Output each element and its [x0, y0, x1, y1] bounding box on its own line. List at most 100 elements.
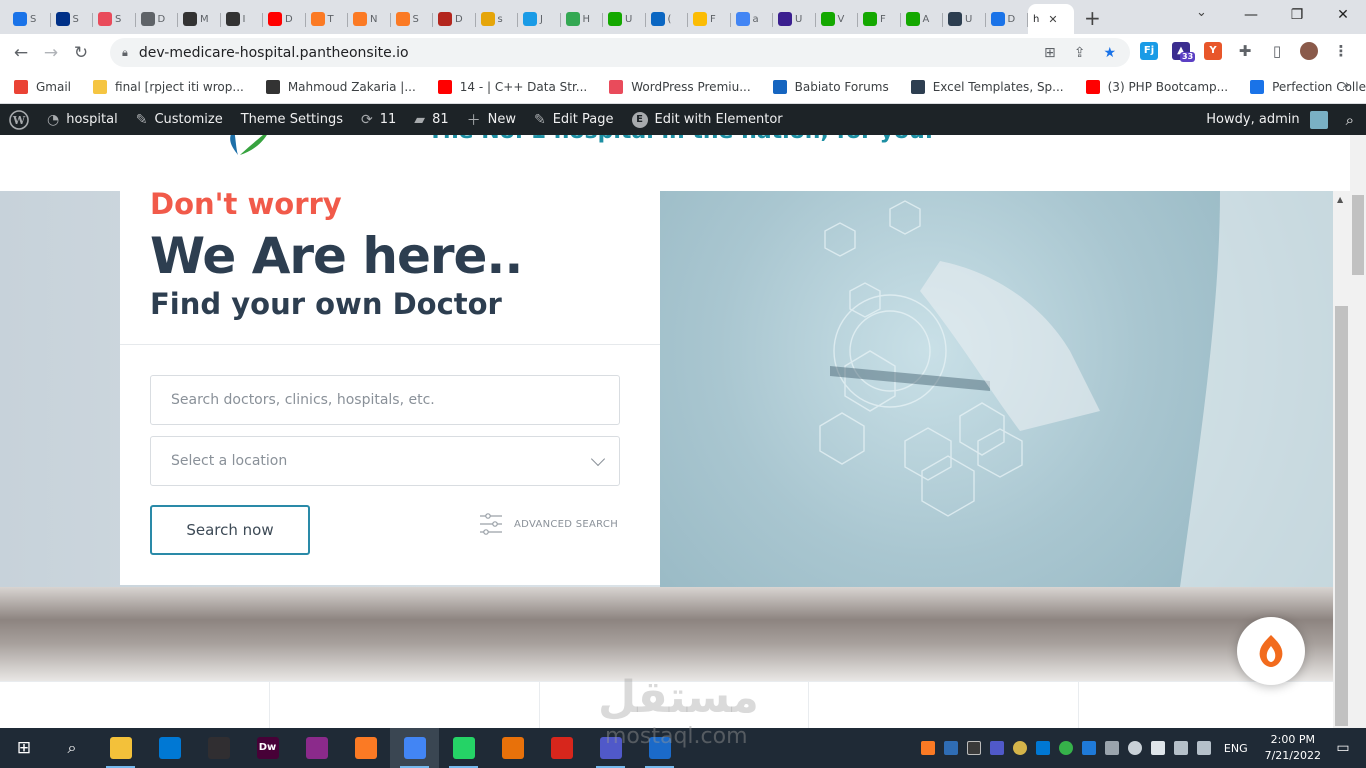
browser-tab[interactable]: S — [8, 4, 51, 34]
puzzle-extensions-icon[interactable]: ✚ — [1236, 42, 1254, 60]
teams-tray-icon[interactable] — [989, 741, 1004, 755]
ya-extension-icon[interactable]: Y — [1204, 42, 1222, 60]
floating-action-button[interactable] — [1237, 617, 1305, 685]
location-select[interactable]: Select a location — [150, 436, 620, 486]
browser-tab[interactable]: A — [901, 4, 944, 34]
browser-tab[interactable]: D — [263, 4, 306, 34]
share-icon[interactable]: ⇪ — [1074, 45, 1086, 61]
back-arrow-icon[interactable]: ← — [6, 43, 36, 63]
notifications-icon[interactable]: ▭ — [1330, 740, 1356, 756]
browser-tab[interactable]: U — [773, 4, 816, 34]
bookmark-star-icon[interactable]: ★ — [1103, 45, 1116, 61]
wp-edit-page[interactable]: ✎ Edit Page — [525, 104, 623, 135]
bookmark-item[interactable]: final [rpject iti wrop... — [93, 80, 244, 94]
scroll-up-arrow-icon[interactable]: ▲ — [1337, 195, 1343, 204]
bookmark-item[interactable]: WordPress Premiu... — [609, 80, 751, 94]
inner-scroll-thumb[interactable] — [1335, 306, 1348, 726]
browser-tab[interactable]: F — [688, 4, 731, 34]
kebab-menu-icon[interactable]: ⋮ — [1332, 42, 1350, 60]
browser-tab-active[interactable]: h ✕ — [1028, 4, 1074, 34]
xampp-tray-icon[interactable] — [920, 741, 935, 755]
browser-tab[interactable]: S — [51, 4, 94, 34]
network-globe-icon[interactable] — [1058, 741, 1073, 755]
wp-new-content[interactable]: ＋ New — [458, 104, 525, 135]
advanced-search-link[interactable]: ADVANCED SEARCH — [480, 513, 618, 535]
wordpress-logo-icon[interactable]: W — [9, 109, 29, 130]
doctor-search-input[interactable]: Search doctors, clinics, hospitals, etc. — [150, 375, 620, 425]
system-clock[interactable]: 2:00 PM 7/21/2022 — [1265, 732, 1321, 764]
bookmark-item[interactable]: Excel Templates, Sp... — [910, 80, 1064, 94]
taskbar-app-whatsapp[interactable] — [439, 728, 488, 768]
tab-search-chevron-icon[interactable]: ⌄ — [1196, 5, 1207, 20]
browser-tab[interactable]: I — [221, 4, 264, 34]
search-now-button[interactable]: Search now — [150, 505, 310, 555]
volume-muted-icon[interactable] — [1196, 741, 1211, 755]
wp-site-name[interactable]: ◔ hospital — [38, 104, 127, 135]
new-tab-button[interactable]: + — [1084, 4, 1101, 34]
fj-extension-icon[interactable]: Fj — [1140, 42, 1158, 60]
bookmark-item[interactable]: Gmail — [14, 80, 71, 94]
close-window-button[interactable]: ✕ — [1320, 0, 1366, 30]
minimize-button[interactable]: — — [1228, 0, 1274, 30]
browser-tab[interactable]: S — [93, 4, 136, 34]
page-scrollbar[interactable] — [1350, 135, 1366, 728]
wifi-icon[interactable] — [1127, 741, 1142, 755]
taskbar-app-media-player[interactable] — [488, 728, 537, 768]
taskbar-app-acrobat[interactable] — [537, 728, 586, 768]
browser-tab[interactable]: U — [943, 4, 986, 34]
windows-start-icon[interactable]: ⊞ — [0, 738, 48, 758]
wp-comments[interactable]: ▰ 81 — [405, 104, 457, 135]
bookmark-item[interactable]: 14 - | C++ Data Str... — [437, 80, 587, 94]
browser-tab[interactable]: H — [561, 4, 604, 34]
wp-customize[interactable]: ✎ Customize — [127, 104, 232, 135]
lock-icon[interactable]: 🔒︎ — [122, 46, 128, 60]
browser-tab[interactable]: F — [858, 4, 901, 34]
wp-logo-menu[interactable]: W — [0, 104, 38, 135]
browser-tab[interactable]: J — [518, 4, 561, 34]
side-panel-icon[interactable]: ▯ — [1268, 42, 1286, 60]
profile-avatar[interactable] — [1300, 42, 1318, 60]
admin-avatar[interactable] — [1309, 110, 1328, 129]
wp-account-greeting[interactable]: Howdy, admin — [1206, 112, 1299, 127]
bookmark-item[interactable]: Babiato Forums — [772, 80, 889, 94]
disc-tray-icon[interactable] — [1012, 741, 1027, 755]
taskbar-app-dreamweaver[interactable]: Dw — [243, 728, 292, 768]
browser-tab[interactable]: a — [731, 4, 774, 34]
taskbar-app-file-explorer[interactable] — [96, 728, 145, 768]
translate-icon[interactable]: ⊞ — [1044, 45, 1056, 61]
browser-tab[interactable]: U — [603, 4, 646, 34]
browser-tab[interactable]: T — [306, 4, 349, 34]
browser-tab[interactable]: S — [391, 4, 434, 34]
browser-tab[interactable]: D — [136, 4, 179, 34]
browser-tab[interactable]: N — [348, 4, 391, 34]
browser-tab[interactable]: s — [476, 4, 519, 34]
taskbar-app-chrome[interactable] — [390, 728, 439, 768]
taskbar-app-obs[interactable] — [194, 728, 243, 768]
page-scroll-thumb[interactable] — [1352, 195, 1364, 275]
browser-tab[interactable]: M — [178, 4, 221, 34]
browser-tab[interactable]: V — [816, 4, 859, 34]
inner-scrollbar[interactable]: ▲ — [1333, 191, 1350, 728]
app-tray-icon[interactable] — [966, 741, 981, 755]
mortarboard-extension-icon[interactable]: ▲ 33 — [1172, 42, 1196, 62]
browser-tab[interactable]: D — [986, 4, 1029, 34]
browser-tab[interactable]: ( — [646, 4, 689, 34]
browser-tab[interactable]: D — [433, 4, 476, 34]
wp-theme-settings[interactable]: Theme Settings — [232, 104, 352, 135]
search-icon[interactable]: ⌕ — [48, 738, 96, 758]
battery-icon[interactable] — [1150, 741, 1165, 755]
address-bar[interactable]: 🔒︎ dev-medicare-hospital.pantheonsite.io… — [110, 38, 1130, 67]
monitor-tray-icon[interactable] — [1035, 741, 1050, 755]
reload-icon[interactable]: ↻ — [66, 43, 96, 63]
wp-edit-elementor[interactable]: E Edit with Elementor — [623, 104, 792, 135]
bookmark-item[interactable]: Mahmoud Zakaria |... — [265, 80, 416, 94]
taskbar-app-vscode[interactable] — [145, 728, 194, 768]
maximize-button[interactable]: ❐ — [1274, 0, 1320, 30]
url-text[interactable]: dev-medicare-hospital.pantheonsite.io — [139, 45, 409, 61]
close-tab-icon[interactable]: ✕ — [1048, 13, 1057, 26]
wp-updates[interactable]: ⟳ 11 — [352, 104, 405, 135]
bookmarks-overflow-button[interactable]: » — [1342, 78, 1350, 93]
wifi-off-icon[interactable] — [1104, 741, 1119, 755]
security-shield-icon[interactable] — [943, 741, 958, 755]
taskbar-app-xampp[interactable] — [341, 728, 390, 768]
